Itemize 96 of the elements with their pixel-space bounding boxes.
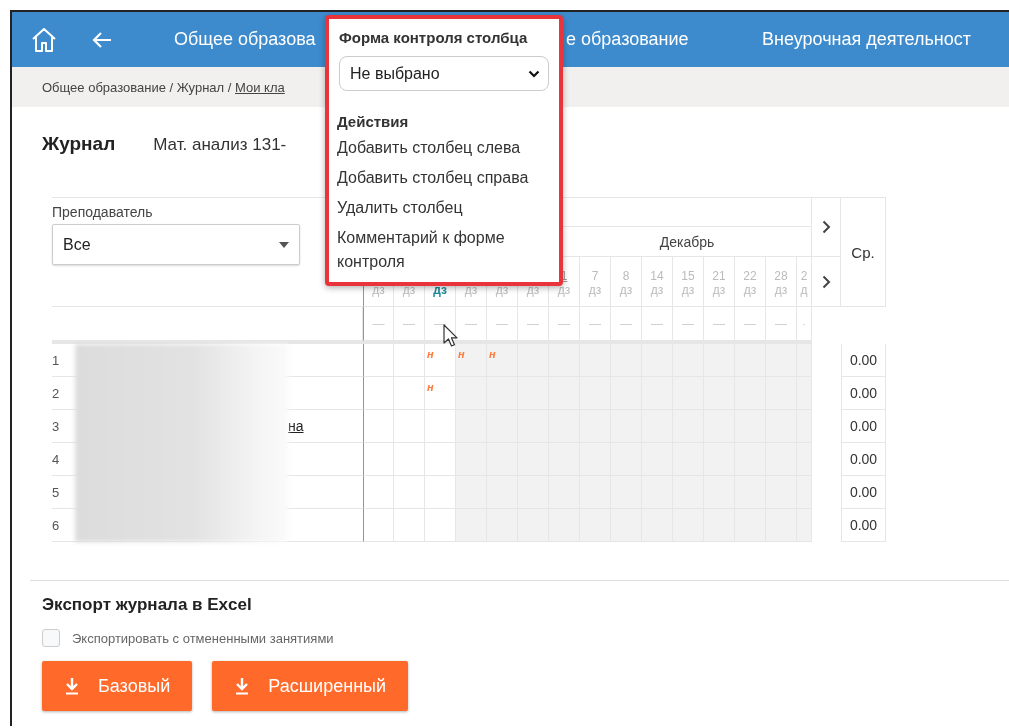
popup-title: Форма контроля столбца	[338, 29, 529, 46]
grade-cell[interactable]	[394, 344, 425, 377]
grade-cell[interactable]	[394, 443, 425, 476]
grade-cell[interactable]	[580, 509, 611, 542]
grade-cell[interactable]	[456, 509, 487, 542]
action-item[interactable]: Удалить столбец	[337, 196, 552, 220]
nav-item[interactable]: Внеурочная деятельност	[762, 29, 972, 50]
column-date[interactable]: 22	[735, 257, 766, 283]
chevron-right-icon	[821, 220, 831, 234]
column-date[interactable]: 15	[673, 257, 704, 283]
grade-cell[interactable]	[394, 377, 425, 410]
grade-cell[interactable]: н	[487, 344, 518, 377]
caret-icon	[279, 241, 289, 248]
column-date[interactable]: 28	[766, 257, 797, 283]
grade-cell[interactable]	[456, 410, 487, 443]
teacher-select[interactable]: Все	[52, 224, 300, 265]
grade-cell[interactable]	[425, 509, 456, 542]
breadcrumb-link[interactable]: Мои кла	[235, 79, 285, 95]
column-type[interactable]: дз	[673, 283, 704, 307]
column-type[interactable]: дз	[735, 283, 766, 307]
download-button[interactable]: Базовый	[42, 661, 193, 711]
next-button[interactable]	[812, 257, 841, 307]
absence-mark: н	[458, 348, 465, 360]
action-item[interactable]: Добавить столбец слева	[337, 136, 552, 160]
grade-cell[interactable]	[363, 476, 394, 509]
breadcrumb-path: Общее образование / Журнал /	[42, 79, 232, 95]
grade-cell[interactable]: н	[425, 377, 456, 410]
column-date[interactable]: 8	[611, 257, 642, 283]
grade-cell[interactable]	[797, 377, 812, 410]
subject-title: Мат. анализ 131-	[153, 135, 287, 155]
average-cell: 0.00	[841, 377, 886, 410]
download-icon	[234, 677, 251, 695]
grade-cell[interactable]	[797, 443, 812, 476]
grade-cell[interactable]	[394, 476, 425, 509]
action-item[interactable]: Добавить столбец справа	[337, 166, 552, 190]
absence-mark: н	[489, 348, 496, 360]
grade-cell[interactable]	[735, 509, 766, 542]
grade-cell[interactable]: н	[456, 344, 487, 377]
grade-cell[interactable]	[642, 509, 673, 542]
column-type[interactable]: дз	[580, 283, 611, 307]
grade-cell[interactable]	[425, 443, 456, 476]
grade-cell[interactable]	[394, 509, 425, 542]
absence-mark: н	[427, 381, 434, 393]
chevron-right-icon	[821, 274, 831, 289]
grade-cell[interactable]	[673, 509, 704, 542]
grade-cell[interactable]	[704, 509, 735, 542]
checkbox[interactable]	[42, 629, 60, 647]
cursor-icon	[443, 324, 459, 348]
grade-cell[interactable]	[394, 410, 425, 443]
home-icon[interactable]	[30, 25, 58, 54]
student-link[interactable]: на	[288, 418, 304, 434]
grade-cell[interactable]	[456, 476, 487, 509]
back-arrow-icon[interactable]	[92, 29, 112, 50]
grade-cell[interactable]	[425, 410, 456, 443]
average-cell: 0.00	[841, 443, 886, 476]
average-header: Ср.	[841, 197, 886, 307]
column-type[interactable]: д	[797, 283, 812, 307]
grade-cell[interactable]	[363, 344, 394, 377]
average-cell: 0.00	[841, 344, 886, 377]
grade-cell[interactable]	[363, 410, 394, 443]
grade-cell[interactable]	[549, 509, 580, 542]
page-title: Журнал	[42, 133, 116, 155]
grade-cell[interactable]	[363, 443, 394, 476]
average-cell: 0.00	[841, 509, 886, 542]
average-cell: 0.00	[841, 410, 886, 443]
grade-cell[interactable]	[797, 344, 812, 377]
chevron-down-icon	[528, 69, 540, 78]
checkbox-label: Экспортировать с отмененными занятиями	[72, 630, 334, 646]
column-date[interactable]: 2	[797, 257, 812, 283]
grade-cell[interactable]	[456, 377, 487, 410]
download-icon	[64, 677, 80, 695]
download-button[interactable]: Расширенный	[212, 661, 409, 711]
grade-cell[interactable]	[456, 443, 487, 476]
column-date[interactable]: 14	[642, 257, 673, 283]
grade-cell[interactable]	[363, 509, 394, 542]
grade-cell[interactable]	[797, 509, 812, 542]
nav-item[interactable]: е образование	[566, 29, 762, 50]
actions-title: Действия	[337, 113, 410, 130]
column-date[interactable]: 21	[704, 257, 735, 283]
grade-cell[interactable]	[363, 377, 394, 410]
grade-cell[interactable]	[425, 476, 456, 509]
column-date[interactable]: 7	[580, 257, 611, 283]
export-title: Экспорт журнала в Excel	[42, 595, 253, 615]
grade-cell[interactable]	[611, 509, 642, 542]
absence-mark: н	[427, 348, 434, 360]
column-type[interactable]: дз	[704, 283, 735, 307]
grade-cell[interactable]	[797, 410, 812, 443]
column-type[interactable]: дз	[766, 283, 797, 307]
grade-cell[interactable]	[487, 509, 518, 542]
form-select[interactable]: Не выбрано	[339, 56, 549, 91]
column-type[interactable]: дз	[611, 283, 642, 307]
grade-cell[interactable]	[518, 509, 549, 542]
grade-cell[interactable]	[797, 476, 812, 509]
average-cell: 0.00	[841, 476, 886, 509]
grade-cell[interactable]	[766, 509, 797, 542]
column-type[interactable]: дз	[642, 283, 673, 307]
